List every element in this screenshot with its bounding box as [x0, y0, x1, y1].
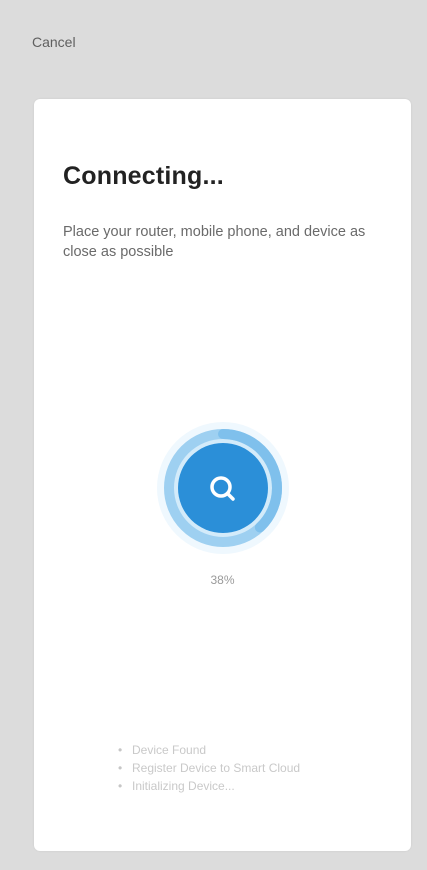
step-label: Register Device to Smart Cloud	[132, 761, 301, 775]
step-label: Initializing Device...	[132, 779, 235, 793]
step-initializing-device: • Initializing Device...	[118, 777, 300, 795]
step-device-found: • Device Found	[118, 741, 300, 759]
connecting-card: Connecting... Place your router, mobile …	[34, 99, 411, 851]
step-label: Device Found	[132, 743, 207, 757]
top-bar: Cancel	[0, 0, 427, 86]
progress-percentage: 38%	[210, 573, 235, 587]
progress-ring	[156, 421, 290, 555]
step-bullet: •	[118, 761, 123, 775]
cancel-button[interactable]: Cancel	[32, 34, 76, 50]
step-bullet: •	[118, 779, 123, 793]
page-title: Connecting...	[63, 162, 224, 190]
step-bullet: •	[118, 743, 123, 757]
instruction-text: Place your router, mobile phone, and dev…	[63, 224, 366, 260]
connection-steps-list: • Device Found • Register Device to Smar…	[118, 741, 300, 795]
search-icon	[210, 476, 235, 501]
step-register-device: • Register Device to Smart Cloud	[118, 759, 300, 777]
